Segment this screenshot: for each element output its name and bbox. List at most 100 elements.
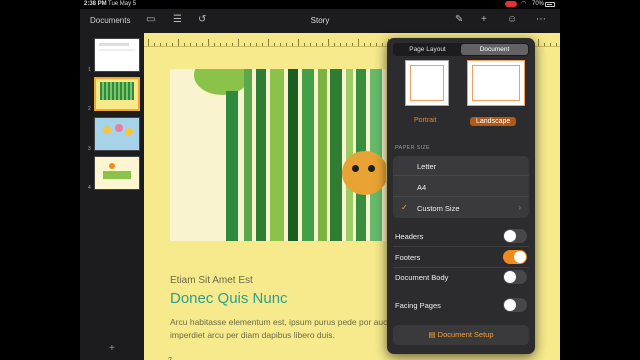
ruler-tick — [304, 43, 305, 46]
document-setup-label: Document Setup — [437, 330, 494, 339]
headers-label: Headers — [395, 232, 424, 241]
forest-illustration — [170, 69, 386, 241]
status-time: 2:38 PM — [84, 1, 107, 7]
facing-pages-row: Facing Pages — [393, 296, 529, 314]
ruler-tick — [556, 43, 557, 46]
ruler-tick — [208, 39, 209, 46]
ruler-tick — [262, 43, 263, 46]
more-icon[interactable]: ⋯ — [536, 15, 546, 25]
ruler-tick — [148, 39, 149, 46]
document-body-toggle[interactable] — [503, 270, 527, 284]
ruler-tick — [280, 43, 281, 46]
collaborate-icon[interactable]: ☺ — [507, 15, 517, 25]
brush-icon[interactable]: ✎ — [455, 15, 463, 25]
portrait-label[interactable]: Portrait — [414, 117, 437, 124]
facing-pages-label: Facing Pages — [395, 301, 441, 310]
footers-row: Footers — [393, 248, 529, 266]
tab-document[interactable]: Document — [461, 44, 528, 55]
page-number-2: 2 — [88, 106, 91, 112]
document-popover: Page Layout Document Portrait Landscape … — [387, 38, 535, 354]
paper-size-a4[interactable]: A4 — [393, 177, 529, 197]
battery-icon — [545, 2, 555, 7]
document-title: Story — [310, 16, 330, 25]
checkmark-icon: ✓ — [401, 203, 408, 212]
paper-size-custom-label: Custom Size — [417, 204, 460, 213]
ruler-tick — [364, 43, 365, 46]
paper-size-header: PAPER SIZE — [395, 145, 430, 151]
page-body-text[interactable]: Arcu habitasse elementum est, ipsum puru… — [170, 316, 402, 342]
ruler-tick — [292, 43, 293, 46]
page-thumbnails-sidebar: 1 2 3 4 + — [80, 33, 144, 360]
paper-size-custom[interactable]: ✓ Custom Size › — [393, 198, 529, 218]
cat-character-icon — [342, 151, 386, 195]
portrait-option[interactable] — [405, 60, 449, 106]
ruler-tick — [286, 43, 287, 46]
ruler-tick — [166, 43, 167, 46]
ruler-tick — [346, 43, 347, 46]
landscape-option[interactable] — [467, 60, 525, 106]
ruler-tick — [544, 43, 545, 46]
page-thumbnail-3[interactable] — [94, 117, 140, 151]
ruler-tick — [196, 43, 197, 46]
ruler-tick — [220, 43, 221, 46]
tab-page-layout[interactable]: Page Layout — [394, 44, 461, 55]
paper-size-list: Letter A4 ✓ Custom Size › — [393, 156, 529, 218]
ruler-tick — [274, 43, 275, 46]
ruler-tick — [214, 43, 215, 46]
ruler-tick — [340, 43, 341, 46]
status-date: Tue May 5 — [108, 1, 137, 7]
ruler-tick — [226, 43, 227, 46]
document-setup-button[interactable]: ▤ Document Setup — [393, 325, 529, 345]
landscape-label[interactable]: Landscape — [470, 117, 517, 126]
ruler-tick — [238, 39, 239, 46]
battery-percent: 70% — [532, 1, 545, 7]
footers-toggle[interactable] — [503, 250, 527, 264]
plus-icon[interactable]: + — [481, 15, 487, 25]
popover-tabs: Page Layout Document — [393, 43, 529, 56]
ruler-tick — [250, 43, 251, 46]
ruler-tick — [160, 43, 161, 46]
chevron-right-icon: › — [518, 203, 521, 212]
ruler-tick — [382, 43, 383, 46]
page-thumbnail-4[interactable] — [94, 156, 140, 190]
status-bar: 2:38 PM Tue May 5 ◠ 70% — [0, 0, 640, 9]
page-thumbnail-1[interactable] — [94, 38, 140, 72]
paper-size-letter[interactable]: Letter — [393, 156, 529, 176]
ruler-tick — [310, 43, 311, 46]
ruler-tick — [316, 43, 317, 46]
ruler-tick — [190, 43, 191, 46]
ruler-tick — [202, 43, 203, 46]
ruler-tick — [244, 43, 245, 46]
ruler-tick — [550, 43, 551, 46]
paper-size-letter-label: Letter — [417, 162, 437, 171]
ruler-tick — [370, 43, 371, 46]
ruler-tick — [334, 43, 335, 46]
page-thumbnail-2[interactable] — [94, 77, 140, 111]
page-title[interactable]: Donec Quis Nunc — [170, 290, 288, 307]
toolbar: Documents ▭ ☰ ↺ Story ✎ + ☺ ⋯ — [80, 9, 560, 33]
page-number-1: 1 — [88, 67, 91, 73]
ruler-tick — [358, 39, 359, 46]
document-body-label: Document Body — [395, 273, 449, 282]
page-subtitle[interactable]: Etiam Sit Amet Est — [170, 275, 253, 286]
ruler-tick — [328, 39, 329, 46]
screen-recording-icon — [505, 1, 517, 7]
facing-pages-toggle[interactable] — [503, 298, 527, 312]
ruler-tick — [352, 43, 353, 46]
document-body-row: Document Body — [393, 268, 529, 286]
ruler-tick — [376, 43, 377, 46]
ruler-tick — [256, 43, 257, 46]
ruler-tick — [232, 43, 233, 46]
headers-row: Headers — [393, 227, 529, 245]
footers-label: Footers — [395, 253, 421, 262]
ruler-tick — [322, 43, 323, 46]
ruler-tick — [172, 43, 173, 46]
ruler-tick — [154, 43, 155, 46]
headers-toggle[interactable] — [503, 229, 527, 243]
ruler-tick — [178, 39, 179, 46]
ruler-tick — [538, 39, 539, 46]
page-number-4: 4 — [88, 185, 91, 191]
paper-size-a4-label: A4 — [417, 183, 427, 192]
add-page-button[interactable]: + — [109, 343, 115, 354]
ruler-tick — [268, 39, 269, 46]
